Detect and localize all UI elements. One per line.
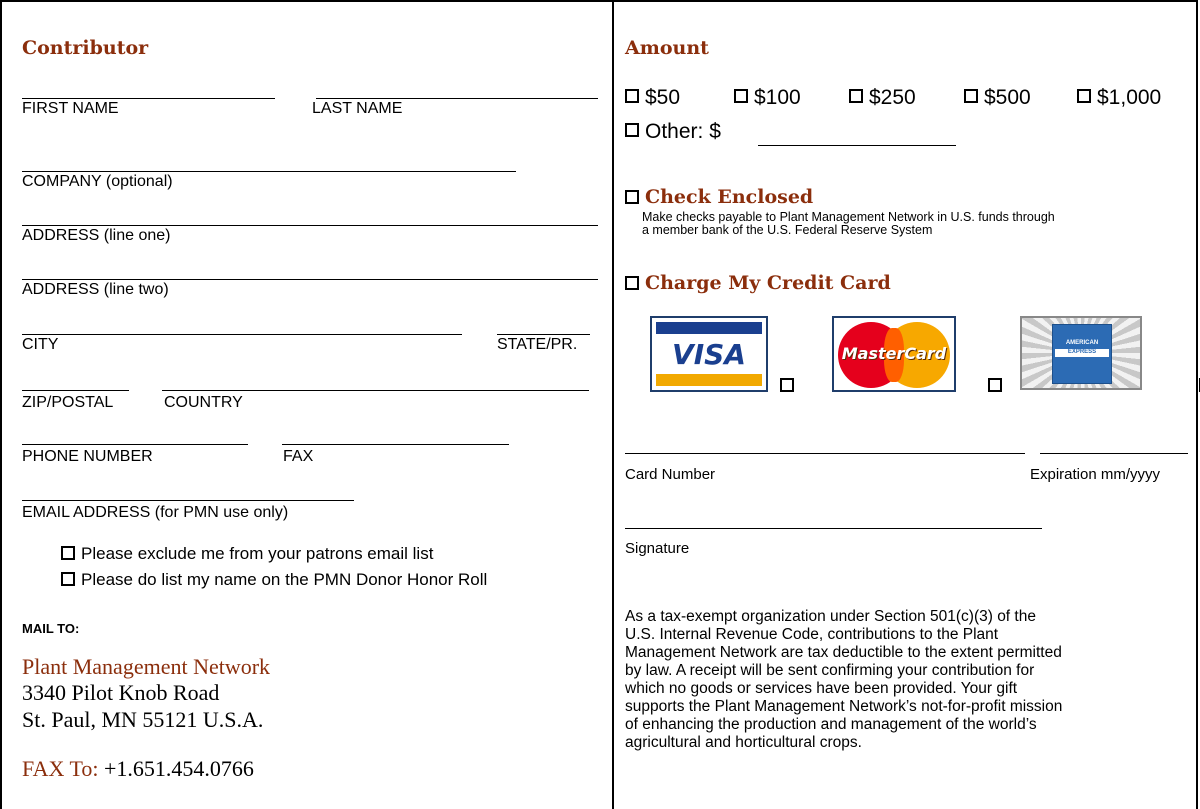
column-divider [612,0,614,809]
check-enclosed-heading: Check Enclosed [645,186,814,208]
amex-logo: AMERICAN EXPRESS [1020,316,1142,390]
tax-text-line: supports the Plant Management Network’s … [625,698,1063,715]
fax-to-line: FAX To: +1.651.454.0766 [22,756,254,782]
tax-text-line: agricultural and horticultural crops. [625,734,862,751]
country-line[interactable] [162,390,589,391]
fax-line[interactable] [282,444,509,445]
amount-1000-label: $1,000 [1097,86,1162,109]
amount-other-checkbox[interactable] [625,123,639,138]
visa-logo-text: VISA [672,338,746,371]
amount-100-label: $100 [754,86,801,109]
address2-line[interactable] [22,279,598,280]
tax-text-line: by law. A receipt will be sent confirmin… [625,662,1035,679]
company-line[interactable] [22,171,516,172]
mastercard-logo: MasterCard [832,316,956,392]
amex-logo-text-1: AMERICAN [1065,340,1099,346]
amount-other-label: Other: $ [645,120,721,143]
country-label: COUNTRY [164,394,243,411]
fax-to-number: +1.651.454.0766 [104,756,254,781]
check-enclosed-checkbox[interactable] [625,189,639,204]
address2-label: ADDRESS (line two) [22,281,169,298]
phone-label: PHONE NUMBER [22,448,153,465]
exclude-email-label: Please exclude me from your patrons emai… [81,544,434,563]
amount-500-label: $500 [984,86,1031,109]
amount-50-option[interactable]: $50 [625,86,680,110]
company-label: COMPANY (optional) [22,173,173,190]
tax-text-line: which no goods or services have been pro… [625,680,1018,697]
mastercard-logo-text: MasterCard [841,344,947,363]
email-label: EMAIL ADDRESS (for PMN use only) [22,504,289,521]
amount-500-checkbox[interactable] [964,89,978,104]
honor-roll-checkbox[interactable] [61,571,75,586]
last-name-line[interactable] [316,98,598,99]
credit-card-heading: Charge My Credit Card [645,272,891,294]
tax-text-line: As a tax-exempt organization under Secti… [625,608,1036,625]
fax-label: FAX [283,448,314,465]
amex-logo-text-2: EXPRESS [1067,349,1097,355]
exclude-email-checkbox[interactable] [61,545,75,560]
first-name-label: FIRST NAME [22,100,119,117]
signature-label: Signature [625,540,690,557]
check-note-line-2: a member bank of the U.S. Federal Reserv… [642,223,933,237]
check-enclosed-option[interactable]: Check Enclosed [625,186,813,208]
first-name-line[interactable] [22,98,275,99]
address1-label: ADDRESS (line one) [22,227,171,244]
mail-to-label: MAIL TO: [22,621,80,636]
amount-100-checkbox[interactable] [734,89,748,104]
address1-line[interactable] [22,225,598,226]
amount-100-option[interactable]: $100 [734,86,801,110]
amount-250-label: $250 [869,86,916,109]
tax-text-line: Management Network are tax deductible to… [625,644,1062,661]
amount-other-option[interactable]: Other: $ [625,120,721,144]
city-line[interactable] [22,334,462,335]
honor-roll-option[interactable]: Please do list my name on the PMN Donor … [61,570,487,590]
phone-line[interactable] [22,444,248,445]
tax-exempt-notice: As a tax-exempt organization under Secti… [625,608,1195,752]
amount-other-line[interactable] [758,145,956,146]
contributor-heading: Contributor [22,37,149,59]
city-state-zip: St. Paul, MN 55121 U.S.A. [22,707,264,732]
amount-heading: Amount [625,37,709,59]
amount-50-label: $50 [645,86,681,109]
city-label: CITY [22,336,59,353]
credit-card-option[interactable]: Charge My Credit Card [625,272,891,294]
fax-to-label: FAX To: [22,756,99,781]
amount-250-option[interactable]: $250 [849,86,916,110]
mastercard-checkbox[interactable] [988,377,1003,392]
card-number-line[interactable] [625,453,1025,454]
honor-roll-label: Please do list my name on the PMN Donor … [81,570,488,589]
amount-500-option[interactable]: $500 [964,86,1031,110]
state-label: STATE/PR. [497,336,578,353]
tax-text-line: of enhancing the production and manageme… [625,716,1037,733]
amount-50-checkbox[interactable] [625,89,639,104]
amount-250-checkbox[interactable] [849,89,863,104]
zip-line[interactable] [22,390,129,391]
zip-label: ZIP/POSTAL [22,394,114,411]
signature-line[interactable] [625,528,1042,529]
visa-logo: VISA [650,316,768,392]
state-line[interactable] [497,334,590,335]
amount-1000-checkbox[interactable] [1077,89,1091,104]
expiration-label: Expiration mm/yyyy [1030,466,1161,483]
last-name-label: LAST NAME [312,100,403,117]
email-line[interactable] [22,500,354,501]
expiration-line[interactable] [1040,453,1188,454]
credit-card-checkbox[interactable] [625,275,639,290]
card-number-label: Card Number [625,466,716,483]
exclude-email-option[interactable]: Please exclude me from your patrons emai… [61,544,433,564]
amount-1000-option[interactable]: $1,000 [1077,86,1161,110]
street-address: 3340 Pilot Knob Road [22,680,220,705]
visa-checkbox[interactable] [780,377,794,392]
tax-text-line: U.S. Internal Revenue Code, contribution… [625,626,999,643]
org-name: Plant Management Network [22,654,271,679]
